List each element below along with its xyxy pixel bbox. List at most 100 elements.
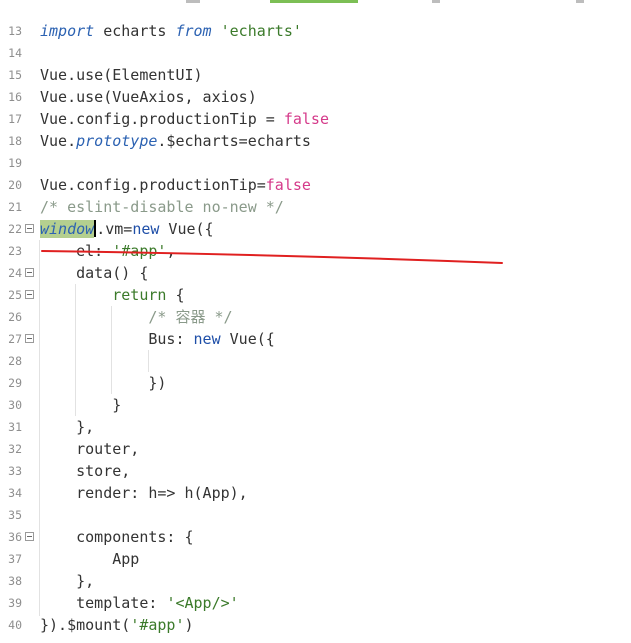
fold-toggle-icon[interactable] [25,268,34,277]
code-line[interactable]: 26 /* 容器 */ [0,306,631,328]
statement: }).$mount( [40,616,131,634]
keyword-from: from [175,22,212,40]
line-number: 26 [8,310,22,324]
statement: Vue({ [220,330,275,348]
fold-toggle-icon[interactable] [25,334,34,343]
code-line[interactable]: 23 el: '#app', [0,240,631,262]
comment: /* eslint-disable no-new */ [40,198,284,216]
code-line[interactable]: 29 }) [0,372,631,394]
code-line[interactable]: 20 Vue.config.productionTip=false [0,174,631,196]
code-text: }, [40,418,95,436]
line-number: 28 [8,354,22,368]
statement: .vm= [96,220,133,238]
code-line[interactable]: 14 [0,42,631,64]
property-key: template: [40,594,167,612]
code-editor[interactable]: 13 import echarts from 'echarts' 14 15 V… [0,0,631,643]
code-text: Vue.config.productionTip=false [40,174,311,196]
code-line[interactable]: 39 template: '<App/>' [0,592,631,614]
boolean-literal: false [265,176,311,194]
code-line[interactable]: 13 import echarts from 'echarts' [0,20,631,42]
code-text: router, [40,440,140,458]
line-number: 39 [8,596,22,610]
code-line[interactable]: 27 Bus: new Vue({ [0,328,631,350]
line-number: 32 [8,442,22,456]
code-line[interactable]: 40 }).$mount('#app') [0,614,631,636]
code-line[interactable]: 25 return { [0,284,631,306]
property-key: Bus: [148,330,194,348]
keyword-prototype: prototype [76,132,158,150]
line-number: 18 [8,134,22,148]
code-text: components: { [40,528,194,546]
string-literal: '<App/>' [166,594,239,612]
code-line[interactable]: 17 Vue.config.productionTip = false [0,108,631,130]
code-text: App [40,550,140,568]
code-line[interactable]: 30 } [0,394,631,416]
line-number: 38 [8,574,22,588]
code-line[interactable]: 15 Vue.use(ElementUI) [0,64,631,86]
line-number: 25 [8,288,22,302]
line-number: 29 [8,376,22,390]
line-number: 15 [8,68,22,82]
string-literal: 'echarts' [220,22,302,40]
code-line[interactable]: 34 render: h=> h(App), [0,482,631,504]
identifier: echarts [94,22,176,40]
code-text: Vue.use(VueAxios, axios) [40,88,257,106]
fold-toggle-icon[interactable] [25,290,34,299]
code-line[interactable]: 19 [0,152,631,174]
code-line[interactable]: 24 data() { [0,262,631,284]
code-line[interactable]: 18 Vue.prototype.$echarts=echarts [0,130,631,152]
code-text: } [40,396,122,414]
code-text: return { [40,284,184,306]
code-text: template: '<App/>' [40,592,239,614]
code-line[interactable]: 28 [0,350,631,372]
code-text: Vue.prototype.$echarts=echarts [40,130,311,152]
code-line[interactable]: 36 components: { [0,526,631,548]
code-text: Vue.use(ElementUI) [40,66,203,84]
boolean-literal: false [283,110,329,128]
code-text: }).$mount('#app') [40,614,194,636]
strip-mark [186,0,200,3]
code-text: Vue.config.productionTip = false [40,108,329,130]
line-number: 37 [8,552,22,566]
string-literal: '#app' [130,616,185,634]
code-text: Bus: new Vue({ [40,328,275,350]
highlighted-window-keyword: window [40,220,95,238]
keyword-new: new [132,220,160,238]
line-number: 33 [8,464,22,478]
code-text: }, [40,572,95,590]
code-line[interactable]: 38 }, [0,570,631,592]
code-line[interactable]: 21 /* eslint-disable no-new */ [0,196,631,218]
line-number: 24 [8,266,22,280]
code-text: render: h=> h(App), [40,484,248,502]
string-literal: '#app' [112,242,167,260]
code-text: store, [40,462,131,480]
code-line[interactable]: 22 window .vm=new Vue({ [0,218,631,240]
code-line[interactable]: 31 }, [0,416,631,438]
line-number: 19 [8,156,22,170]
line-number: 27 [8,332,22,346]
line-number: 23 [8,244,22,258]
line-number: 35 [8,508,22,522]
comment: /* 容器 */ [148,308,233,326]
fold-toggle-icon[interactable] [25,224,34,233]
strip-mark [576,0,584,3]
code-text: }) [40,374,167,392]
line-number: 30 [8,398,22,412]
property-key: el: [76,242,113,260]
keyword-import: import [40,22,95,40]
punctuation: ) [184,616,194,634]
code-line[interactable]: 37 App [0,548,631,570]
code-line[interactable]: 35 [0,504,631,526]
strip-mark [432,0,440,3]
line-number: 36 [8,530,22,544]
code-line[interactable]: 32 router, [0,438,631,460]
code-line[interactable]: 33 store, [0,460,631,482]
fold-toggle-icon[interactable] [25,532,34,541]
line-number: 31 [8,420,22,434]
code-line[interactable]: 16 Vue.use(VueAxios, axios) [0,86,631,108]
line-number: 17 [8,112,22,126]
